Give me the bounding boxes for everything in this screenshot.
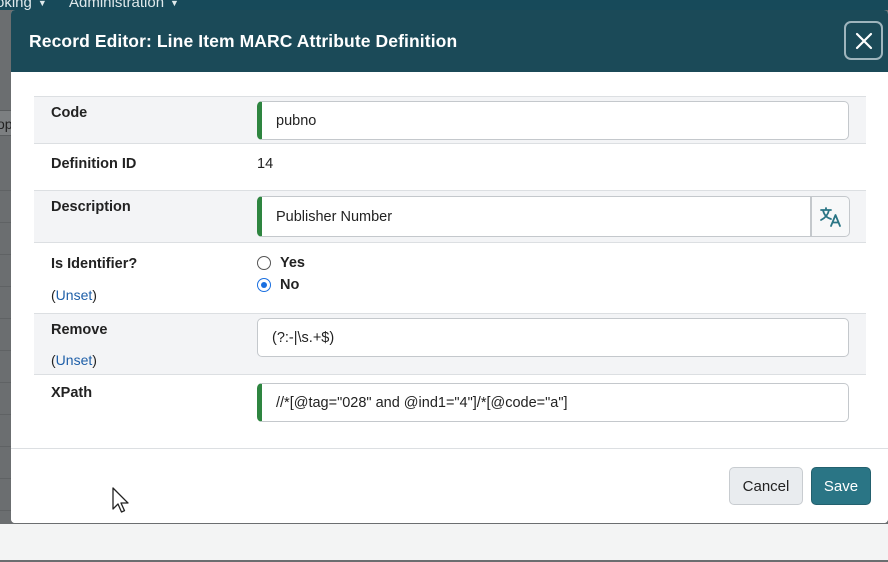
description-label: Description (51, 199, 131, 215)
radio-no[interactable] (257, 278, 271, 292)
unset-paren: ) (92, 352, 97, 368)
close-button[interactable] (844, 21, 883, 60)
background-page-strip (0, 524, 888, 560)
code-input[interactable]: pubno (257, 101, 849, 140)
definition-id-value: 14 (257, 156, 274, 172)
radio-no-label: No (280, 277, 300, 293)
background-nav-item-administration[interactable]: Administration ▼ (69, 0, 179, 10)
modal-footer: Cancel Save (11, 448, 888, 523)
is-identifier-label: Is Identifier? (51, 256, 138, 272)
form-row-description: Description Publisher Number (34, 191, 866, 243)
is-identifier-option-yes[interactable]: Yes (257, 255, 305, 271)
xpath-label: XPath (51, 385, 93, 401)
description-input-value: Publisher Number (276, 208, 393, 225)
background-navbar: oking ▼ Administration ▼ (0, 0, 888, 10)
save-button[interactable]: Save (811, 467, 871, 505)
mouse-cursor-icon (112, 487, 129, 513)
unset-paren: ) (92, 287, 97, 303)
radio-yes-label: Yes (280, 255, 305, 271)
modal-title: Record Editor: Line Item MARC Attribute … (29, 30, 458, 51)
code-input-value: pubno (276, 112, 317, 129)
form-row-definition-id: Definition ID 14 (34, 144, 866, 191)
form-row-remove: Remove (Unset) (?:-|\s.+$) (34, 314, 866, 375)
cancel-button[interactable]: Cancel (729, 467, 803, 505)
is-identifier-unset-link[interactable]: Unset (56, 287, 93, 303)
form-row-xpath: XPath //*[@tag="028" and @ind1="4"]/*[@c… (34, 375, 866, 431)
is-identifier-unset: (Unset) (51, 287, 97, 303)
translate-icon (819, 206, 841, 227)
form-row-is-identifier: Is Identifier? (Unset) Yes No (34, 243, 866, 314)
remove-label: Remove (51, 322, 108, 338)
description-input[interactable]: Publisher Number (257, 196, 811, 237)
is-identifier-option-no[interactable]: No (257, 277, 299, 293)
radio-yes[interactable] (257, 256, 271, 270)
modal-body: Code pubno Definition ID 14 Description … (11, 72, 888, 448)
xpath-input-value: //*[@tag="028" and @ind1="4"]/*[@code="a… (276, 394, 568, 411)
background-nav-label: oking (0, 0, 32, 10)
remove-input[interactable]: (?:-|\s.+$) (257, 318, 849, 357)
code-label: Code (51, 105, 88, 121)
caret-down-icon: ▼ (170, 0, 179, 8)
background-nav-label: Administration (69, 0, 165, 10)
remove-input-value: (?:-|\s.+$) (272, 329, 335, 346)
translate-button[interactable] (811, 196, 850, 237)
form-row-code: Code pubno (34, 96, 866, 144)
background-nav-item[interactable]: oking ▼ (0, 0, 47, 10)
remove-unset: (Unset) (51, 352, 97, 368)
modal-header: Record Editor: Line Item MARC Attribute … (11, 10, 888, 72)
background-bottom (0, 524, 888, 562)
xpath-input[interactable]: //*[@tag="028" and @ind1="4"]/*[@code="a… (257, 383, 849, 422)
close-icon (855, 32, 872, 49)
caret-down-icon: ▼ (37, 0, 47, 8)
record-editor-modal: Record Editor: Line Item MARC Attribute … (11, 10, 888, 523)
definition-id-label: Definition ID (51, 156, 137, 172)
remove-unset-link[interactable]: Unset (56, 352, 93, 368)
